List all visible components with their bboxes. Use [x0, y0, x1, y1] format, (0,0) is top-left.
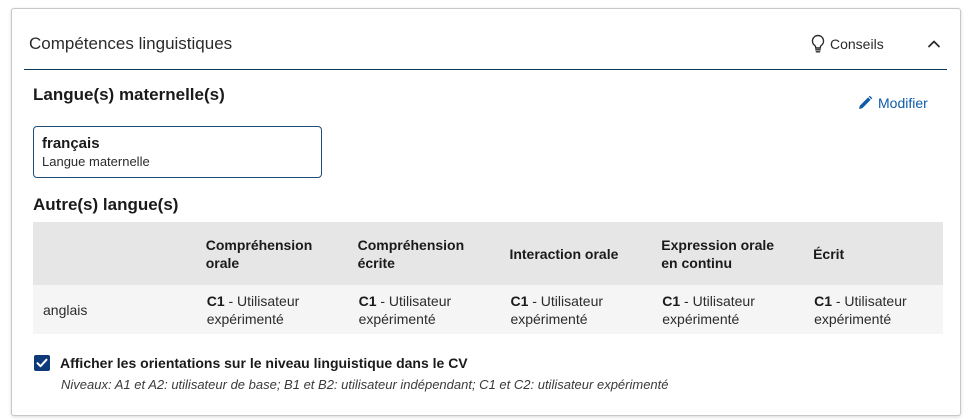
other-languages-heading: Autre(s) langue(s) — [33, 195, 179, 214]
guidance-checkbox-label: Afficher les orientations sur le niveau … — [60, 355, 468, 371]
level-cell: C1 - Utilisateur expérimenté — [814, 292, 907, 327]
column-header: Écrit — [813, 245, 845, 262]
language-skills-card: Compétences linguistiques Conseils Langu… — [11, 8, 961, 416]
table-row[interactable]: anglais C1 - Utilisateur expérimenté C1 … — [33, 285, 943, 334]
language-cell: anglais — [43, 301, 88, 318]
other-languages-table: Compréhension orale Compréhension écrite… — [33, 222, 943, 334]
show-guidance-toggle[interactable]: Afficher les orientations sur le niveau … — [34, 355, 468, 371]
table-header-row: Compréhension orale Compréhension écrite… — [33, 222, 943, 285]
chevron-up-icon[interactable] — [926, 36, 942, 52]
mother-tongue-heading: Langue(s) maternelle(s) — [33, 85, 225, 104]
header-divider — [24, 69, 947, 70]
mother-tongue-language: français — [42, 135, 100, 152]
column-header: Compréhension orale — [205, 236, 313, 271]
edit-button[interactable]: Modifier — [857, 95, 928, 111]
column-header: Compréhension écrite — [357, 236, 465, 271]
mother-tongue-card[interactable]: français Langue maternelle — [33, 126, 322, 178]
language-column-header — [33, 222, 206, 285]
card-header: Compétences linguistiques Conseils — [12, 9, 960, 71]
level-cell: C1 - Utilisateur expérimenté — [358, 292, 452, 327]
level-cell: C1 - Utilisateur expérimenté — [206, 292, 300, 327]
level-cell: C1 - Utilisateur expérimenté — [662, 292, 755, 327]
pencil-icon — [859, 95, 873, 109]
guidance-checkbox[interactable] — [34, 355, 50, 371]
checkmark-icon — [36, 358, 48, 368]
column-header: Interaction orale — [509, 245, 619, 262]
mother-tongue-caption: Langue maternelle — [42, 154, 150, 169]
column-header: Expression orale en continu — [661, 236, 775, 271]
tips-button[interactable]: Conseils — [810, 34, 884, 54]
levels-legend: Niveaux: A1 et A2: utilisateur de base; … — [61, 377, 669, 392]
tips-label: Conseils — [830, 36, 884, 52]
level-cell: C1 - Utilisateur expérimenté — [510, 292, 604, 327]
lightbulb-icon — [811, 34, 825, 53]
card-title: Compétences linguistiques — [29, 34, 233, 53]
edit-label: Modifier — [878, 95, 928, 111]
